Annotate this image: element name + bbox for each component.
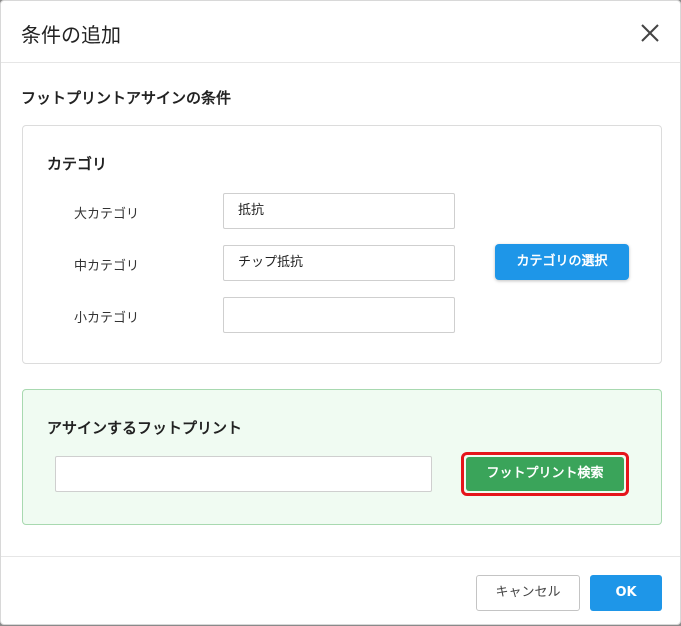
large-category-field[interactable]: 抵抗 [223,193,455,229]
footprint-title: アサインするフットプリント [47,419,243,437]
close-icon[interactable] [637,20,663,46]
medium-category-label: 中カテゴリ [74,259,140,274]
cancel-button[interactable]: キャンセル [476,575,580,611]
medium-category-field[interactable]: チップ抵抗 [223,245,455,281]
dialog-header: 条件の追加 [1,1,680,63]
select-category-button[interactable]: カテゴリの選択 [495,244,629,280]
category-title: カテゴリ [47,155,108,173]
add-condition-dialog: 条件の追加 フットプリントアサインの条件 カテゴリ 大カテゴリ 抵抗 中カテゴリ… [0,0,681,625]
footprint-panel: アサインするフットプリント フットプリント検索 [22,389,662,525]
footprint-field[interactable] [55,456,432,492]
category-panel: カテゴリ 大カテゴリ 抵抗 中カテゴリ チップ抵抗 小カテゴリ カテゴリの選択 [22,125,662,364]
dialog-title: 条件の追加 [21,23,121,47]
footprint-search-highlight: フットプリント検索 [461,452,629,496]
ok-button[interactable]: OK [590,575,662,611]
assign-conditions-title: フットプリントアサインの条件 [21,89,232,107]
large-category-label: 大カテゴリ [74,207,140,222]
small-category-field[interactable] [223,297,455,333]
dialog-footer: キャンセル OK [1,556,680,626]
footprint-search-button[interactable]: フットプリント検索 [466,457,624,491]
small-category-label: 小カテゴリ [74,311,140,326]
